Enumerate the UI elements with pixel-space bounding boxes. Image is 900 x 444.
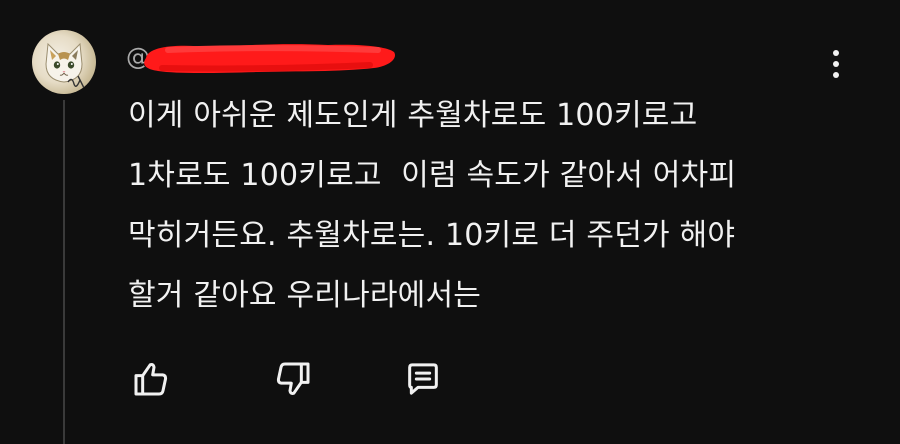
comment-line: 할거 같아요 우리나라에서는: [128, 278, 482, 313]
avatar[interactable]: [32, 30, 96, 94]
more-vert-icon-dot: [833, 72, 839, 78]
thread-line: [63, 100, 65, 444]
thumb-down-icon: [276, 362, 310, 395]
comment-line: 이게 아쉬운 제도인게 추월차로도 100키로고: [128, 98, 698, 133]
comment-line: 1차로도 100키로고 이럼 속도가 같아서 어차피: [128, 158, 737, 193]
cat-avatar-icon: [45, 42, 85, 89]
dislike-button[interactable]: [270, 356, 316, 402]
more-vert-icon: [833, 50, 839, 56]
thumb-up-icon: [134, 363, 168, 396]
more-options-button[interactable]: [822, 44, 850, 84]
more-vert-icon-dot: [833, 61, 839, 67]
reply-button[interactable]: [400, 356, 446, 402]
comment-line: 막히거든요. 추월차로는. 10키로 더 주던가 해야: [128, 218, 736, 253]
comment-body: 이게 아쉬운 제도인게 추월차로도 100키로고 1차로도 100키로고 이럼 …: [128, 86, 848, 326]
like-button[interactable]: [128, 356, 174, 402]
author-name-redaction: [144, 44, 396, 73]
comment-icon: [408, 363, 438, 395]
